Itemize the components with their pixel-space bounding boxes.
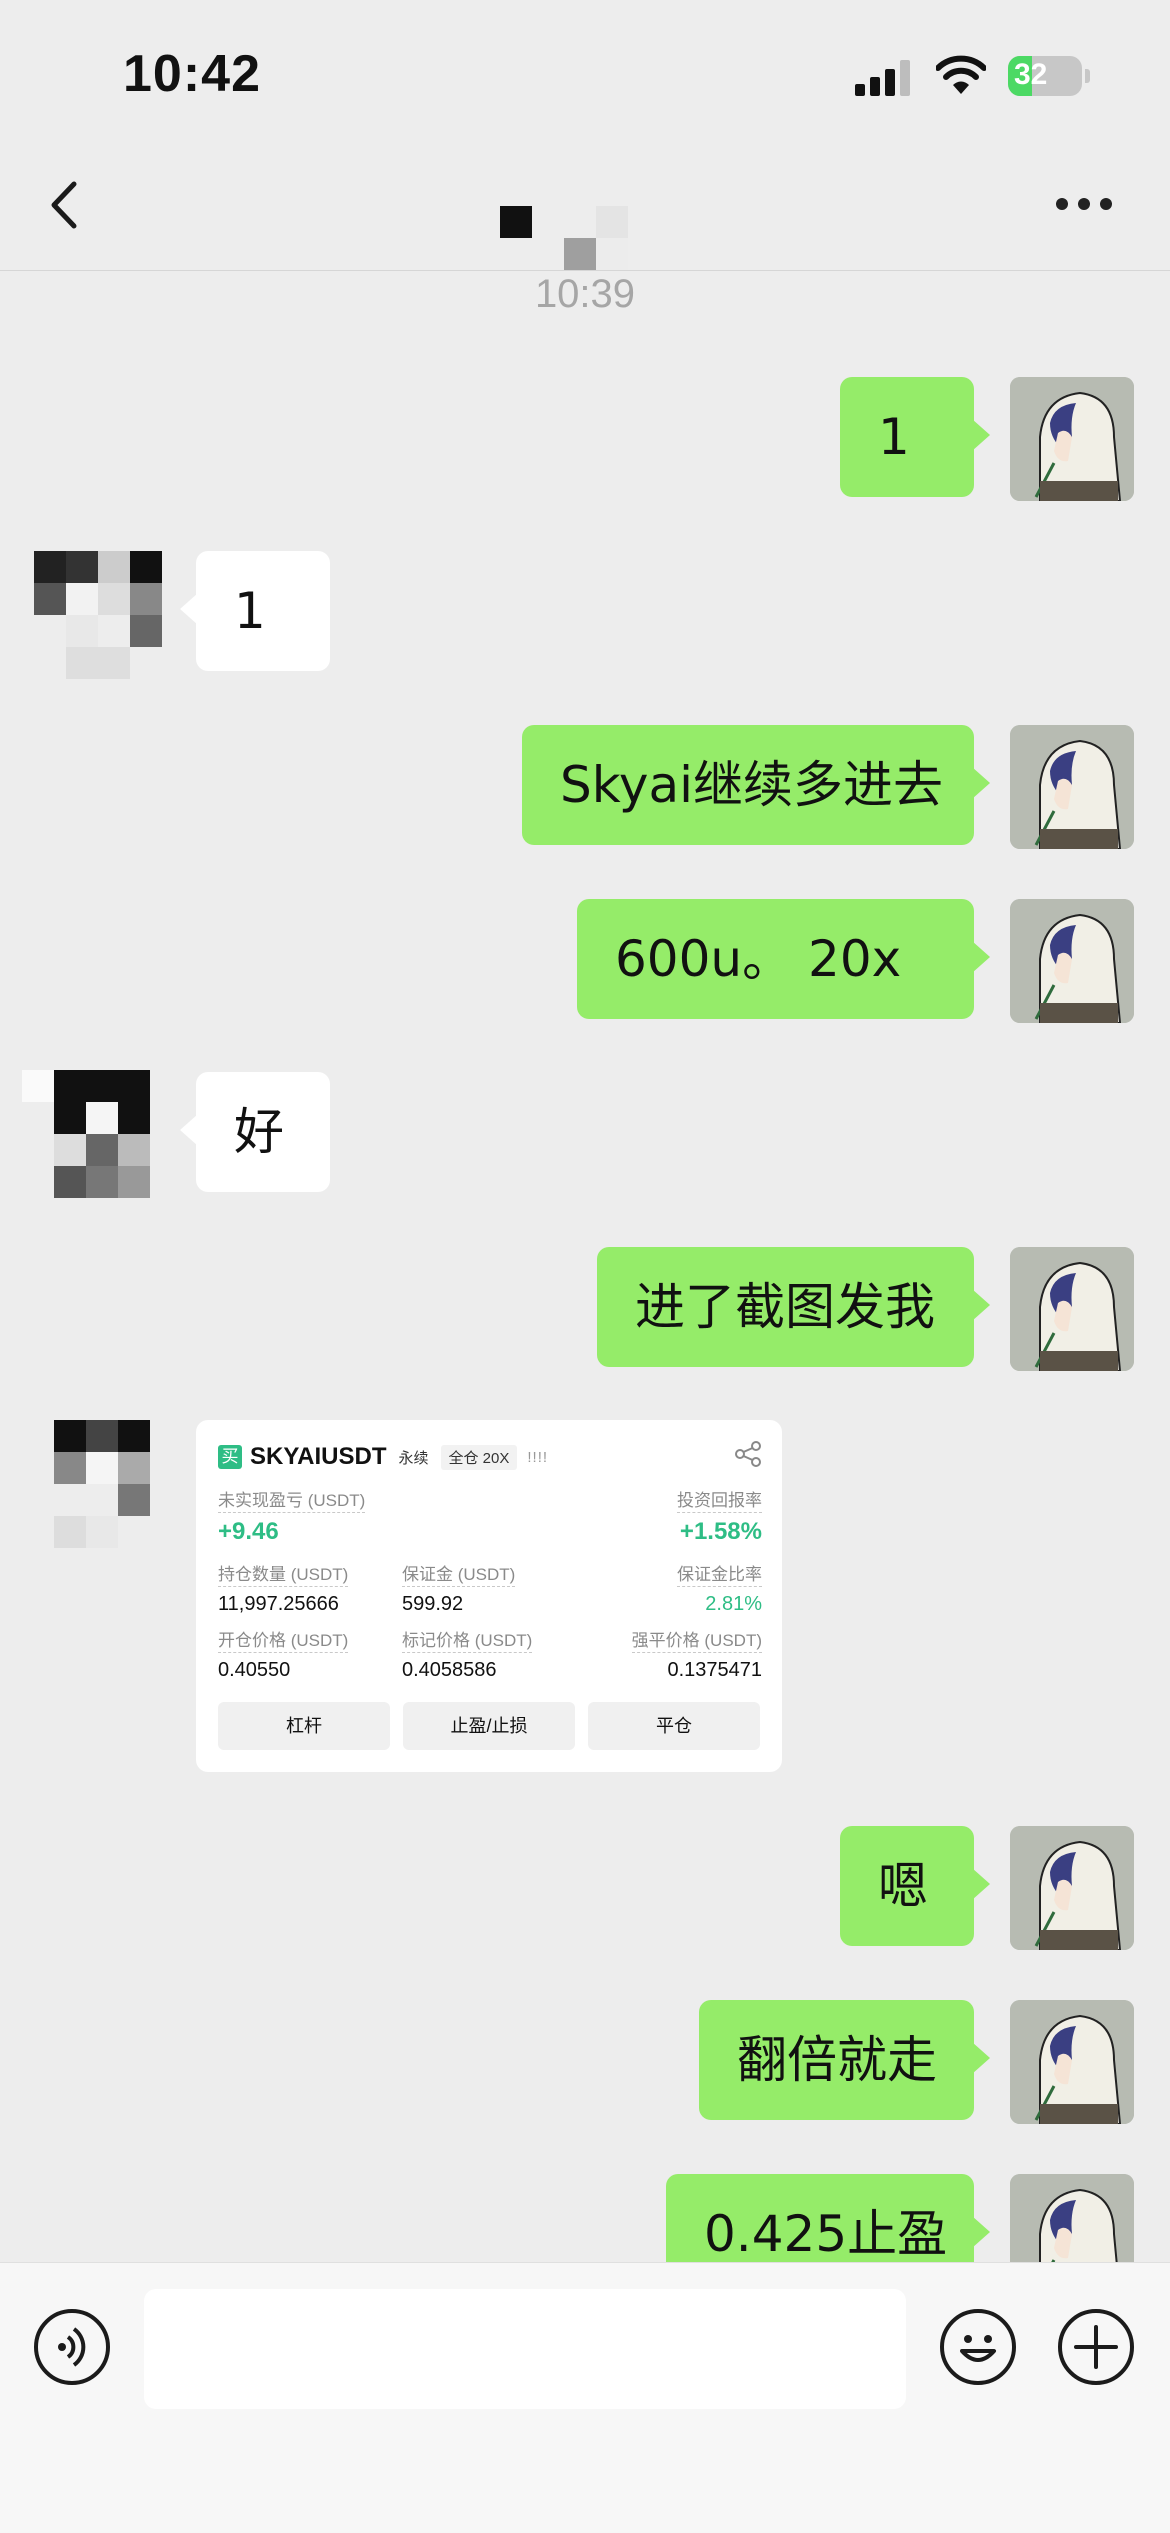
contact-avatar-pixelated[interactable] — [22, 1070, 152, 1200]
hooded-character-icon — [1010, 899, 1134, 1023]
add-attachment-button[interactable] — [1058, 2309, 1134, 2385]
status-time: 10:42 — [123, 45, 261, 103]
mark-price-value: 0.4058586 — [402, 1659, 497, 1681]
hooded-character-icon — [1010, 1247, 1134, 1371]
hooded-character-icon — [1010, 725, 1134, 849]
margin-ratio-value: 2.81% — [705, 1593, 762, 1615]
message-bubble-outgoing[interactable]: 翻倍就走 — [699, 2000, 990, 2120]
roi-value: +1.58% — [679, 1518, 762, 1545]
contact-avatar-pixelated[interactable] — [34, 551, 164, 681]
voice-icon — [58, 2327, 86, 2367]
my-avatar[interactable] — [1010, 1826, 1134, 1950]
message-bubble-outgoing[interactable]: Skyai继续多进去 — [522, 725, 990, 845]
more-options-icon[interactable] — [1056, 198, 1116, 212]
liq-price-label: 强平价格 (USDT) — [631, 1630, 762, 1653]
battery-cap — [1085, 69, 1090, 83]
message-bubble-outgoing[interactable]: 进了截图发我 — [597, 1247, 990, 1367]
card-header: 买 SKYAIUSDT 永续 全仓 20X !!!! — [218, 1442, 548, 1472]
input-toolbar — [0, 2262, 1170, 2533]
entry-price-label: 开仓价格 (USDT) — [218, 1630, 349, 1653]
battery-level: 32 — [1014, 58, 1048, 91]
hooded-character-icon — [1010, 2000, 1134, 2124]
hooded-character-icon — [1010, 1826, 1134, 1950]
message-bubble-outgoing[interactable]: 嗯 — [840, 1826, 990, 1946]
battery-icon: 32 — [1008, 56, 1082, 96]
contact-name-pixelated[interactable] — [500, 172, 630, 270]
wifi-icon — [936, 55, 986, 94]
message-timestamp: 10:39 — [534, 272, 636, 316]
status-bar: 10:42 32 — [0, 0, 1170, 140]
message-bubble-incoming[interactable]: 1 — [180, 551, 330, 671]
symbol: SKYAIUSDT — [250, 1443, 387, 1470]
unrealized-pnl-value: +9.46 — [218, 1518, 279, 1545]
margin-value: 599.92 — [402, 1593, 464, 1615]
back-chevron-icon[interactable] — [44, 180, 88, 230]
message-bubble-incoming[interactable]: 好 — [180, 1072, 330, 1192]
hooded-character-icon — [1010, 377, 1134, 501]
emoji-button[interactable] — [940, 2309, 1016, 2385]
my-avatar[interactable] — [1010, 2000, 1134, 2124]
contract-type: 永续 — [398, 1449, 429, 1467]
trade-position-image[interactable]: 买 SKYAIUSDT 永续 全仓 20X !!!! 未实现盈亏 (USDT) … — [196, 1420, 782, 1772]
risk-bars: !!!! — [527, 1448, 549, 1466]
entry-price-value: 0.40550 — [218, 1659, 291, 1681]
mark-price-label: 标记价格 (USDT) — [402, 1630, 533, 1653]
smiley-face-icon — [960, 2335, 996, 2362]
liq-price-value: 0.1375471 — [667, 1659, 762, 1681]
contact-avatar-pixelated[interactable] — [22, 1420, 152, 1550]
my-avatar[interactable] — [1010, 725, 1134, 849]
size-value: 11,997.25666 — [218, 1593, 339, 1615]
chat-header — [0, 140, 1170, 271]
tp-sl-button: 止盈/止损 — [403, 1702, 575, 1750]
my-avatar[interactable] — [1010, 377, 1134, 501]
plus-icon — [1074, 2325, 1118, 2369]
my-avatar[interactable] — [1010, 899, 1134, 1023]
unrealized-pnl-label: 未实现盈亏 (USDT) — [218, 1490, 366, 1513]
voice-input-button[interactable] — [34, 2309, 110, 2385]
leverage-button: 杠杆 — [218, 1702, 390, 1750]
margin-mode: 全仓 20X — [440, 1444, 518, 1470]
margin-label: 保证金 (USDT) — [402, 1564, 516, 1587]
message-bubble-outgoing[interactable]: 1 — [840, 377, 990, 497]
message-bubble-outgoing[interactable]: 600u。 20x — [577, 899, 990, 1019]
margin-ratio-label: 保证金比率 — [677, 1564, 762, 1587]
roi-label: 投资回报率 — [677, 1490, 762, 1513]
cellular-signal-icon — [855, 60, 915, 96]
message-input[interactable] — [144, 2289, 906, 2409]
share-icon — [735, 1441, 761, 1467]
close-position-button: 平仓 — [588, 1702, 760, 1750]
my-avatar[interactable] — [1010, 1247, 1134, 1371]
size-label: 持仓数量 (USDT) — [218, 1564, 349, 1587]
buy-tag: 买 — [218, 1445, 242, 1469]
